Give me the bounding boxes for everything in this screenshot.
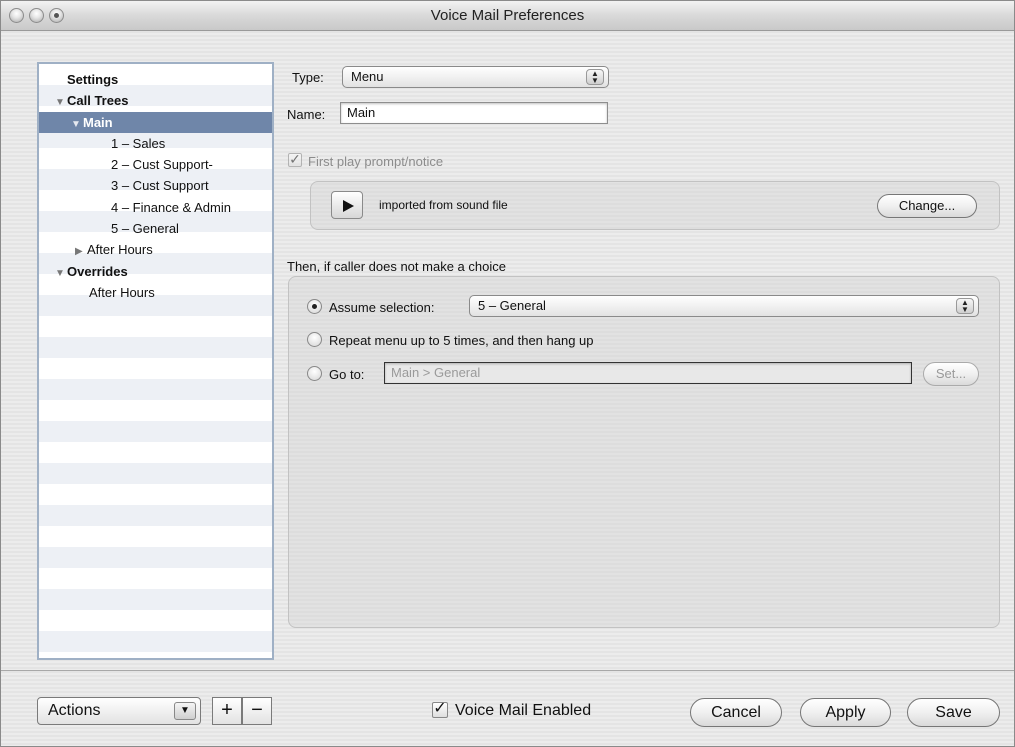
voice-mail-enabled-checkbox[interactable]: ✓ [432,700,448,718]
sidebar-item-label: 4 – Finance & Admin [111,199,231,215]
apply-button[interactable]: Apply [800,698,891,727]
set-button: Set... [923,362,979,386]
go-to-label: Go to: [329,367,365,382]
sidebar-item-finance-admin[interactable]: 4 – Finance & Admin [39,197,272,218]
assume-selection-label: Assume selection: [329,300,435,315]
assume-selection-radio[interactable] [307,299,322,314]
no-choice-heading: Then, if caller does not make a choice [287,259,506,274]
sidebar-item-label: 3 – Cust Support [111,178,209,194]
type-label: Type: [292,70,324,85]
disclosure-triangle-expanded-icon[interactable]: ▼ [55,263,67,284]
sidebar-item-label: Settings [67,72,119,87]
go-to-field-value: Main > General [391,365,481,380]
sidebar-item-settings[interactable]: Settings [39,69,272,90]
sidebar-item-label: 1 – Sales [111,135,166,151]
sidebar-item-label: Call Trees [67,93,129,109]
name-field-value: Main [347,105,376,120]
checkmark-icon: ✓ [433,700,447,717]
go-to-radio[interactable] [307,366,322,381]
assume-selection-value: 5 – General [478,298,546,313]
voice-mail-enabled-label: Voice Mail Enabled [455,702,592,719]
remove-button[interactable]: − [242,697,272,725]
voice-mail-preferences-window: Voice Mail Preferences Settings ▼ Call Tr… [0,0,1015,747]
name-label: Name: [287,107,326,122]
sidebar-item-after-hours-override[interactable]: After Hours [39,282,272,303]
sidebar-item-general[interactable]: 5 – General [39,218,272,239]
repeat-menu-radio[interactable] [307,332,322,347]
repeat-menu-label: Repeat menu up to 5 times, and then hang… [329,333,594,348]
type-popup[interactable]: Menu ▲ ▼ [342,66,609,88]
footer-divider [1,670,1014,671]
add-button[interactable]: + [212,697,242,725]
sidebar-item-label: 5 – General [111,221,179,237]
sidebar-item-cust-support-dash[interactable]: 2 – Cust Support- [39,154,272,175]
tree-list: Settings ▼ Call Trees ▼ Main 1 – Sales 2 –… [39,69,272,303]
sidebar-item-sales[interactable]: 1 – Sales [39,133,272,154]
chevron-down-icon: ▼ [174,702,196,720]
window-title: Voice Mail Preferences [430,7,585,24]
assume-selection-popup[interactable]: 5 – General ▲ ▼ [469,295,979,317]
popup-arrows-icon: ▲ ▼ [956,298,974,314]
sidebar-item-overrides[interactable]: ▼ Overrides [39,261,272,282]
checkmark-icon: ✓ [289,151,301,167]
play-prompt-button[interactable] [331,191,363,219]
sidebar-item-call-trees[interactable]: ▼ Call Trees [39,90,272,111]
actions-popup[interactable]: Actions ▼ [37,697,201,725]
save-button[interactable]: Save [907,698,1000,727]
type-popup-value: Menu [351,69,384,84]
disclosure-triangle-expanded-icon[interactable]: ▼ [55,92,67,113]
first-play-label: First play prompt/notice [308,154,444,169]
go-to-field: Main > General [384,362,912,384]
sidebar-item-cust-support[interactable]: 3 – Cust Support [39,175,272,196]
sidebar-item-label: Main [83,114,113,130]
cancel-button[interactable]: Cancel [690,698,782,727]
sidebar-item-label: After Hours [89,284,155,300]
name-field[interactable]: Main [340,102,608,124]
actions-popup-label: Actions [48,702,101,719]
sidebar-item-after-hours-tree[interactable]: ▶ After Hours [39,239,272,260]
prompt-source-text: imported from sound file [379,198,508,212]
popup-arrows-icon: ▲ ▼ [586,69,604,85]
change-button[interactable]: Change... [877,194,977,218]
no-choice-group [288,276,1000,628]
disclosure-triangle-collapsed-icon[interactable]: ▶ [75,241,87,262]
disclosure-triangle-expanded-icon[interactable]: ▼ [71,114,83,135]
sidebar-item-label: 2 – Cust Support- [111,157,213,173]
sidebar-tree[interactable]: Settings ▼ Call Trees ▼ Main 1 – Sales 2 –… [37,62,274,660]
first-play-checkbox[interactable]: ✓ [288,151,302,167]
sidebar-item-label: Overrides [67,263,128,279]
title-bar: Voice Mail Preferences [1,1,1014,31]
sidebar-item-main[interactable]: ▼ Main [39,111,272,135]
sidebar-item-label: After Hours [87,242,153,258]
